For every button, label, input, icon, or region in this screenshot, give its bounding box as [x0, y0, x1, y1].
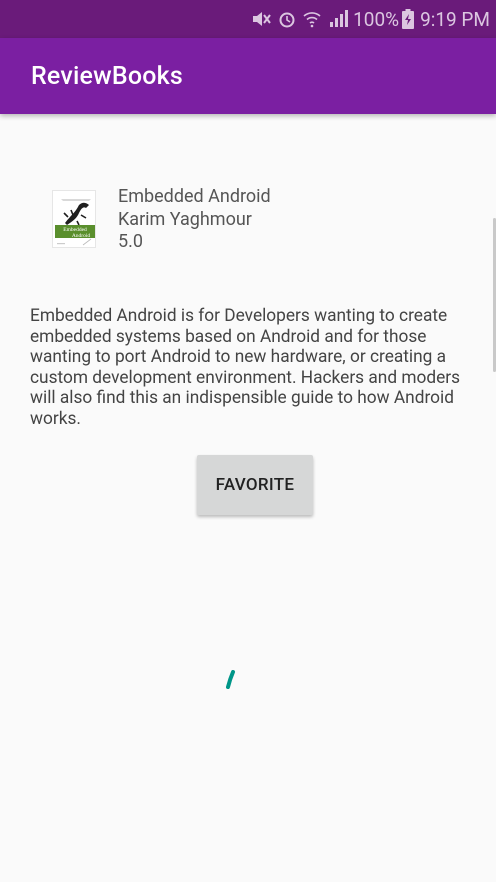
battery-percent: 100% [353, 7, 400, 31]
book-title: Embedded Android [118, 186, 271, 207]
book-description: Embedded Android is for Developers wanti… [30, 306, 461, 429]
book-detail-content: Embedded Android Embedded Android Karim … [0, 114, 496, 882]
book-author: Karim Yaghmour [118, 208, 252, 230]
book-rating: 5.0 [118, 231, 143, 252]
favorite-button[interactable]: FAVORITE [197, 455, 313, 515]
book-meta: Embedded Android Karim Yaghmour 5.0 [118, 186, 271, 254]
app-bar: ReviewBooks [0, 38, 496, 114]
status-bar: 100% 9:19 PM [0, 0, 496, 38]
signal-icon [328, 10, 349, 28]
book-cover-image: Embedded Android [52, 190, 96, 248]
mute-icon [251, 10, 271, 28]
wifi-icon [303, 10, 321, 28]
book-summary: Embedded Android Embedded Android Karim … [52, 186, 271, 254]
clock-time: 9:19 PM [420, 7, 490, 31]
loading-spinner-icon [226, 670, 235, 689]
svg-text:Android: Android [72, 233, 91, 239]
alarm-icon [278, 10, 296, 28]
battery-charging-icon [402, 9, 415, 29]
app-title: ReviewBooks [31, 61, 183, 91]
